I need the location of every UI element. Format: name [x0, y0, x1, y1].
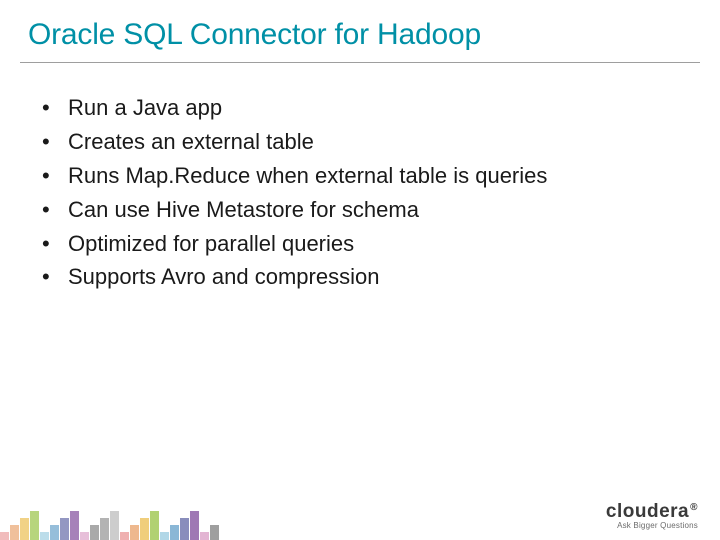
slide: Oracle SQL Connector for Hadoop Run a Ja…	[0, 0, 720, 540]
footer: cloudera® Ask Bigger Questions	[0, 492, 720, 540]
bullet-list: Run a Java app Creates an external table…	[40, 92, 680, 293]
brand-text: cloudera	[606, 501, 689, 522]
list-item: Runs Map.Reduce when external table is q…	[40, 160, 680, 192]
title-divider	[20, 62, 700, 63]
brand-tagline: Ask Bigger Questions	[617, 521, 698, 530]
registered-mark-icon: ®	[690, 502, 698, 513]
list-item: Supports Avro and compression	[40, 261, 680, 293]
brand-name: cloudera®	[606, 501, 698, 523]
footer-pattern-icon	[0, 500, 220, 540]
list-item: Can use Hive Metastore for schema	[40, 194, 680, 226]
list-item: Optimized for parallel queries	[40, 228, 680, 260]
footer-logo: cloudera® Ask Bigger Questions	[606, 501, 698, 530]
content-area: Run a Java app Creates an external table…	[40, 92, 680, 295]
slide-title: Oracle SQL Connector for Hadoop	[28, 18, 692, 52]
list-item: Run a Java app	[40, 92, 680, 124]
list-item: Creates an external table	[40, 126, 680, 158]
